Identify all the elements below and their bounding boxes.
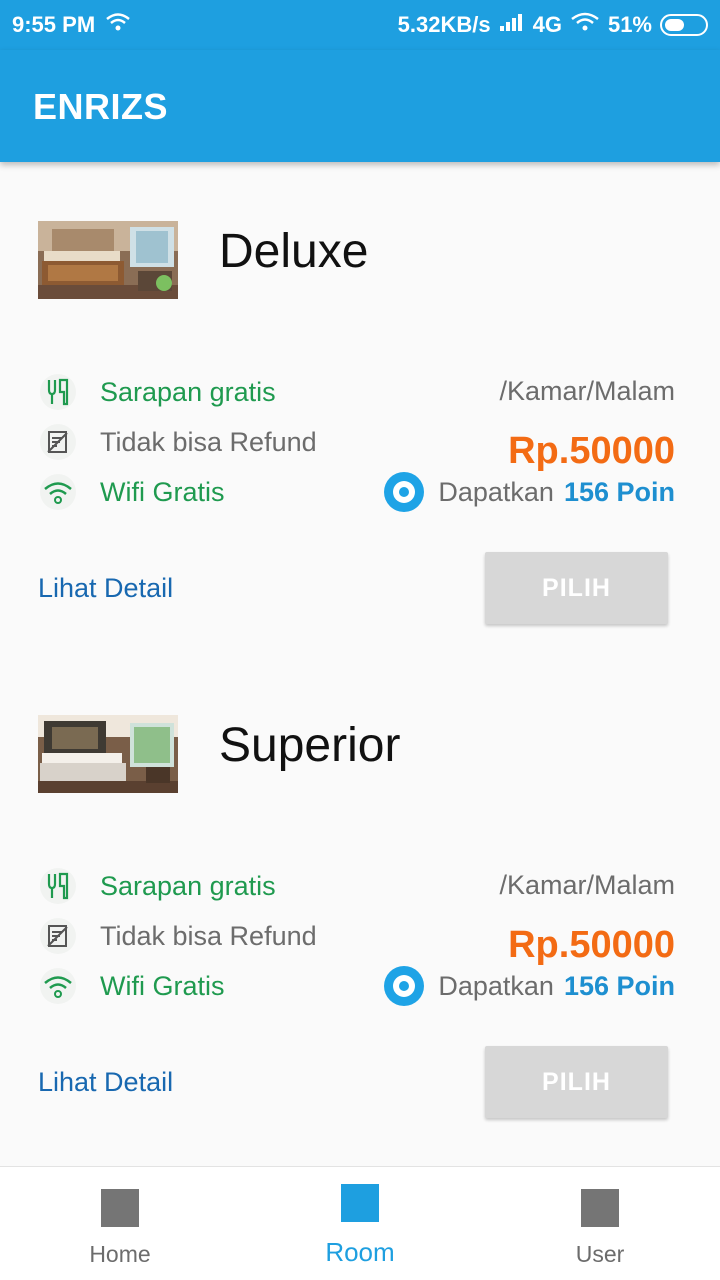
bottom-navigation: Home Room User: [0, 1166, 720, 1280]
nav-item-user[interactable]: User: [480, 1167, 720, 1280]
select-button[interactable]: PILIH: [485, 1046, 668, 1118]
per-night-label: /Kamar/Malam: [499, 870, 675, 900]
amenity-wifi: Wifi Gratis: [40, 474, 225, 510]
nav-label: User: [575, 1241, 625, 1267]
network-speed: 5.32KB/s: [397, 12, 491, 37]
room-photo: [38, 221, 178, 299]
points-icon: [384, 966, 425, 1006]
app-bar: ENRIZS: [0, 50, 720, 162]
status-time: 9:55 PM: [12, 12, 96, 37]
signal-icon: [499, 12, 525, 38]
fork-knife-icon: [40, 374, 76, 410]
nav-label: Room: [325, 1237, 395, 1267]
amenity-label: Wifi Gratis: [100, 476, 225, 507]
network-type: 4G: [532, 12, 562, 37]
nav-item-home[interactable]: Home: [0, 1167, 240, 1280]
amenity-label: Sarapan gratis: [100, 376, 276, 407]
status-bar: 9:55 PM 5.32KB/s 4G 51%: [0, 0, 720, 50]
wifi-icon: [40, 474, 76, 510]
amenity-label: Tidak bisa Refund: [100, 426, 317, 457]
room-card-deluxe: Deluxe Sarapan gratis Tidak bisa Refund …: [0, 162, 720, 656]
amenity-label: Sarapan gratis: [100, 870, 276, 901]
select-button[interactable]: PILIH: [485, 552, 668, 624]
room-card-superior: Superior Sarapan gratis Tidak bisa Refun…: [0, 656, 720, 1150]
amenity-label: Tidak bisa Refund: [100, 920, 317, 951]
user-icon: [581, 1189, 619, 1227]
amenity-wifi: Wifi Gratis: [40, 968, 225, 1004]
points-row: Dapatkan 156 Poin: [384, 472, 675, 512]
wifi-icon: [40, 968, 76, 1004]
detail-link[interactable]: Lihat Detail: [38, 573, 173, 604]
points-prefix: Dapatkan: [438, 970, 554, 1001]
battery-percent: 51%: [607, 12, 652, 37]
room-name: Deluxe: [219, 225, 369, 278]
wifi-status-icon: [105, 12, 131, 38]
points-icon: [384, 472, 425, 512]
room-name: Superior: [219, 719, 401, 772]
fork-knife-icon: [40, 868, 76, 904]
app-title: ENRIZS: [33, 86, 169, 127]
amenity-refund: Tidak bisa Refund: [40, 424, 317, 460]
points-value: 156 Poin: [563, 476, 675, 507]
wifi-status-icon-right: [570, 12, 600, 38]
room-photo: [38, 715, 178, 793]
amenity-refund: Tidak bisa Refund: [40, 918, 317, 954]
no-refund-icon: [40, 918, 76, 954]
nav-label: Home: [89, 1241, 151, 1267]
points-row: Dapatkan 156 Poin: [384, 966, 675, 1006]
nav-item-room[interactable]: Room: [240, 1167, 480, 1280]
room-price: Rp.50000: [508, 430, 675, 472]
no-refund-icon: [40, 424, 76, 460]
amenity-breakfast: Sarapan gratis: [40, 374, 276, 410]
detail-link[interactable]: Lihat Detail: [38, 1067, 173, 1098]
home-icon: [101, 1189, 139, 1227]
points-prefix: Dapatkan: [438, 476, 554, 507]
points-value: 156 Poin: [563, 970, 675, 1001]
per-night-label: /Kamar/Malam: [499, 376, 675, 406]
room-icon: [341, 1184, 379, 1222]
amenity-label: Wifi Gratis: [100, 970, 225, 1001]
amenity-breakfast: Sarapan gratis: [40, 868, 276, 904]
room-price: Rp.50000: [508, 924, 675, 966]
battery-icon: [660, 14, 708, 36]
